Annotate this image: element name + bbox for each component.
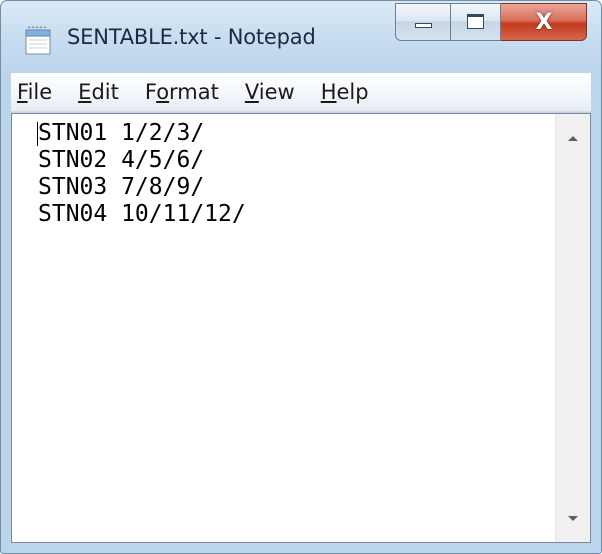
menu-help-accesskey: H — [320, 80, 337, 104]
text-line: STN02 4/5/6/ — [38, 147, 205, 173]
menu-help-label: elp — [336, 80, 369, 104]
close-button[interactable]: X — [501, 3, 587, 41]
arrow-down-icon — [568, 516, 578, 521]
menu-format-label: rmat — [169, 80, 219, 104]
scroll-down-button[interactable] — [556, 508, 590, 542]
menu-edit[interactable]: Edit — [65, 73, 132, 111]
arrow-up-icon — [568, 136, 578, 141]
menu-edit-label: dit — [91, 80, 119, 104]
caption-buttons: X — [395, 3, 587, 43]
title-bar[interactable]: SENTABLE.txt - Notepad X — [1, 1, 601, 73]
text-line: STN03 7/8/9/ — [38, 174, 205, 200]
minimize-icon — [415, 23, 432, 28]
menu-view-label: iew — [258, 80, 295, 104]
notepad-icon — [25, 26, 51, 55]
menu-file[interactable]: File — [11, 73, 65, 111]
menu-file-accesskey: F — [17, 80, 28, 104]
maximize-icon — [467, 14, 484, 29]
menu-view-accesskey: V — [244, 80, 259, 104]
text-line: STN01 1/2/3/ — [38, 120, 205, 146]
vertical-scrollbar[interactable] — [555, 114, 590, 542]
window-frame-bottom — [1, 543, 601, 553]
maximize-button[interactable] — [451, 3, 501, 41]
window-title: SENTABLE.txt - Notepad — [67, 25, 316, 49]
menu-file-label: ile — [27, 80, 53, 104]
text-area[interactable]: STN01 1/2/3/ STN02 4/5/6/ STN03 7/8/9/ S… — [12, 114, 556, 542]
text-caret — [37, 122, 38, 146]
menu-format-label-pre: F — [144, 80, 157, 104]
menu-edit-accesskey: E — [78, 80, 92, 104]
scroll-up-button[interactable] — [556, 114, 590, 148]
menu-help[interactable]: Help — [308, 73, 382, 111]
close-icon: X — [535, 10, 553, 35]
text-line: STN04 10/11/12/ — [38, 201, 246, 227]
notepad-window: SENTABLE.txt - Notepad X File Edit Forma… — [0, 0, 602, 554]
minimize-button[interactable] — [395, 3, 451, 41]
text-editor[interactable]: STN01 1/2/3/ STN02 4/5/6/ STN03 7/8/9/ S… — [11, 113, 591, 543]
menu-bar: File Edit Format View Help — [11, 73, 591, 112]
menu-format[interactable]: Format — [132, 73, 232, 111]
menu-format-accesskey: o — [156, 80, 170, 104]
menu-view[interactable]: View — [232, 73, 308, 111]
